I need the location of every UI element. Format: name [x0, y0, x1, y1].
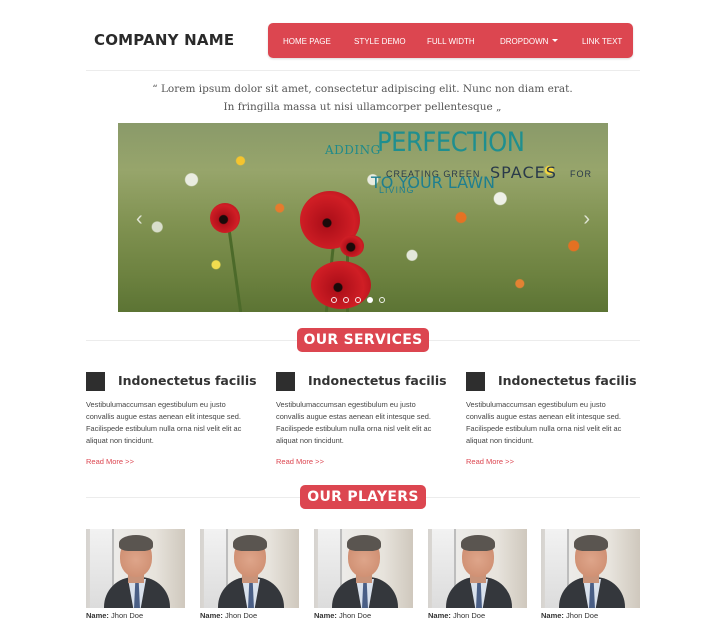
slide-caption-living: LIVING	[379, 185, 415, 195]
slide-caption-for: FOR	[570, 169, 592, 179]
poppy-flower	[210, 203, 240, 233]
square-icon	[276, 372, 295, 391]
nav-dropdown-label: DROPDOWN	[500, 37, 549, 46]
square-icon	[86, 372, 105, 391]
player-photo	[86, 529, 185, 608]
player-name: Name: Jhon Doe	[314, 611, 413, 620]
read-more-link[interactable]: Read More >>	[276, 457, 324, 466]
caret-down-icon	[552, 39, 559, 43]
player-name: Name: Jhon Doe	[541, 611, 640, 620]
name-label: Name:	[428, 611, 451, 620]
slider-dot[interactable]	[355, 297, 361, 303]
player-photo	[314, 529, 413, 608]
read-more-link[interactable]: Read More >>	[86, 457, 134, 466]
name-value: Jhon Doe	[566, 611, 599, 620]
chevron-left-icon[interactable]: ‹	[136, 208, 143, 231]
name-value: Jhon Doe	[225, 611, 258, 620]
poppy-flower	[340, 235, 364, 257]
nav-dropdown[interactable]: DROPDOWN	[500, 37, 559, 46]
player-card[interactable]: Name: Jhon Doe	[86, 529, 185, 620]
slider-dot[interactable]	[343, 297, 349, 303]
chevron-right-icon[interactable]: ›	[583, 208, 590, 231]
image-slider[interactable]: ADDING PERFECTION CREATING GREEN SPACES …	[118, 123, 608, 312]
player-photo	[200, 529, 299, 608]
slide-caption-perfection: PERFECTION	[377, 127, 525, 158]
name-label: Name:	[541, 611, 564, 620]
square-icon	[466, 372, 485, 391]
name-label: Name:	[314, 611, 337, 620]
slider-dot[interactable]	[331, 297, 337, 303]
slide-caption-adding: ADDING	[325, 143, 381, 157]
service-description: Vestibulumaccumsan egestibulum eu justo …	[466, 400, 622, 445]
site-brand[interactable]: COMPANY NAME	[94, 31, 234, 49]
nav-home-page[interactable]: HOME PAGE	[283, 37, 331, 46]
name-value: Jhon Doe	[339, 611, 372, 620]
slider-dot[interactable]	[379, 297, 385, 303]
name-value: Jhon Doe	[453, 611, 486, 620]
service-description: Vestibulumaccumsan egestibulum eu justo …	[86, 400, 242, 445]
header-divider	[86, 70, 640, 71]
players-heading: OUR PLAYERS	[300, 485, 426, 509]
player-card[interactable]: Name: Jhon Doe	[541, 529, 640, 620]
player-card[interactable]: Name: Jhon Doe	[314, 529, 413, 620]
service-title: Indonectetus facilis	[498, 373, 637, 388]
name-label: Name:	[200, 611, 223, 620]
slider-dot-active[interactable]	[367, 297, 373, 303]
player-card[interactable]: Name: Jhon Doe	[200, 529, 299, 620]
name-value: Jhon Doe	[111, 611, 144, 620]
player-photo	[541, 529, 640, 608]
intro-quote: “ Lorem ipsum dolor sit amet, consectetu…	[152, 83, 573, 113]
service-title: Indonectetus facilis	[118, 373, 257, 388]
player-photo	[428, 529, 527, 608]
player-name: Name: Jhon Doe	[86, 611, 185, 620]
player-card[interactable]: Name: Jhon Doe	[428, 529, 527, 620]
player-name: Name: Jhon Doe	[200, 611, 299, 620]
services-heading: OUR SERVICES	[297, 328, 429, 352]
slide-caption-spaces: SPACES	[490, 163, 557, 182]
nav-full-width[interactable]: FULL WIDTH	[427, 37, 475, 46]
nav-style-demo[interactable]: STYLE DEMO	[354, 37, 406, 46]
player-name: Name: Jhon Doe	[428, 611, 527, 620]
name-label: Name:	[86, 611, 109, 620]
read-more-link[interactable]: Read More >>	[466, 457, 514, 466]
service-description: Vestibulumaccumsan egestibulum eu justo …	[276, 400, 432, 445]
main-nav: HOME PAGE STYLE DEMO FULL WIDTH DROPDOWN…	[268, 23, 633, 58]
nav-link-text[interactable]: LINK TEXT	[582, 37, 622, 46]
slider-indicators	[331, 297, 385, 303]
service-title: Indonectetus facilis	[308, 373, 447, 388]
